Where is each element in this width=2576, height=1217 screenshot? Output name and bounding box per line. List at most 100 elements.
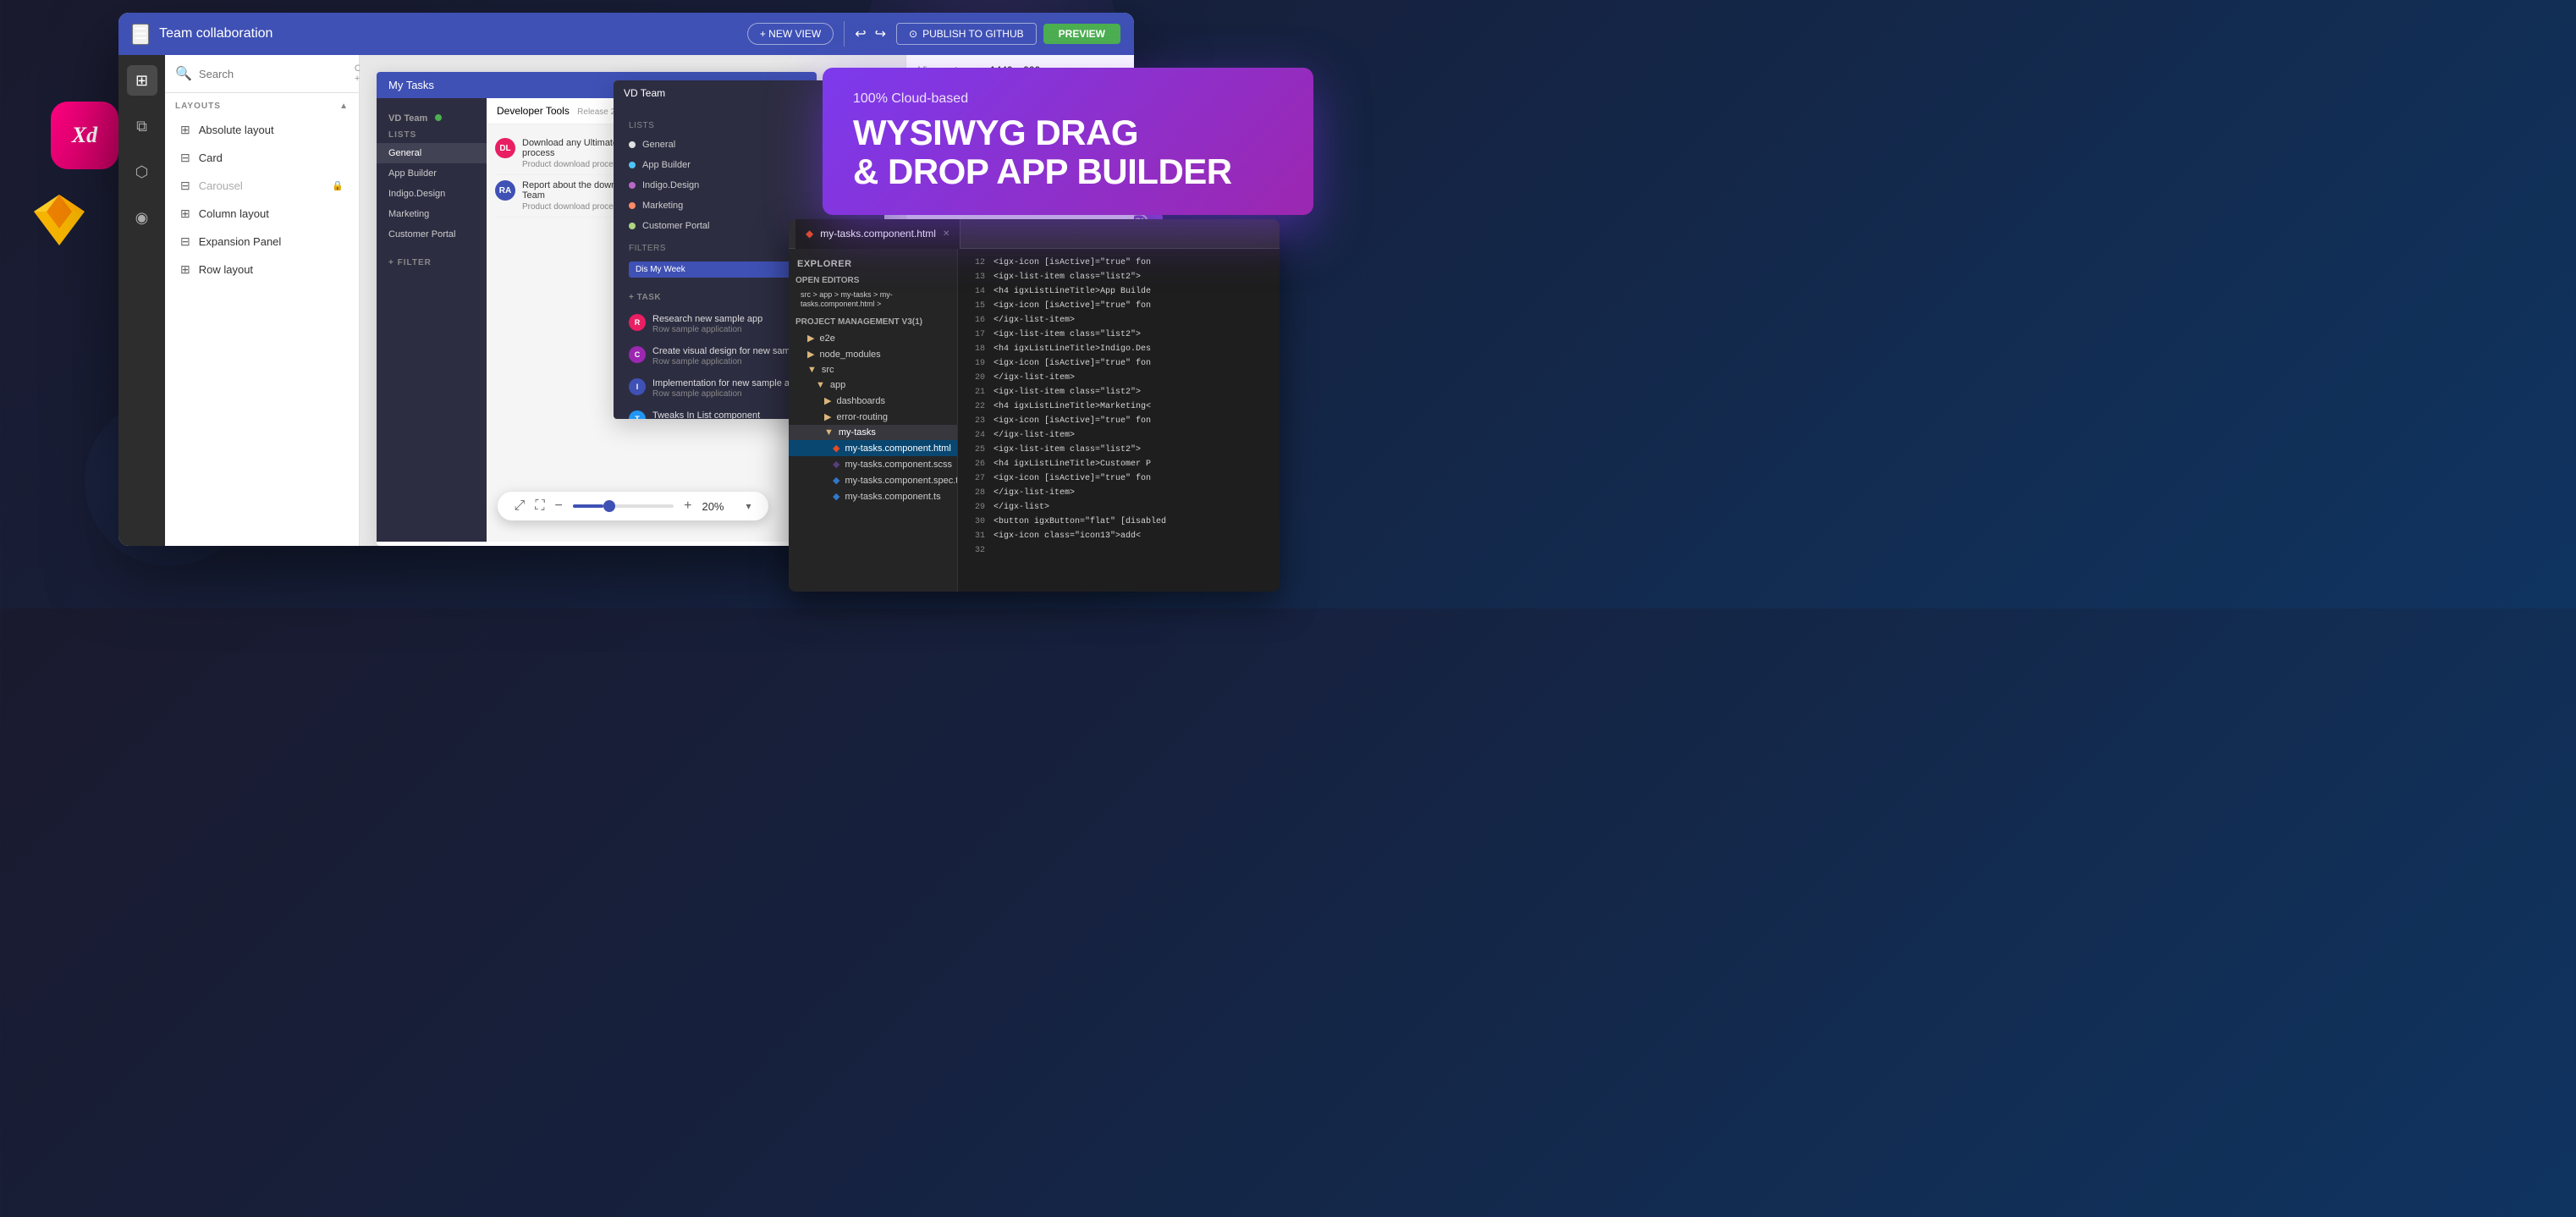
new-view-label: + NEW VIEW	[760, 28, 821, 40]
explorer-dashboards[interactable]: ▶ dashboards	[789, 393, 957, 409]
zoom-in-icon[interactable]: +	[684, 498, 691, 514]
hero-subtitle: 100% Cloud-based	[853, 91, 1283, 107]
sidebar-app-builder[interactable]: App Builder	[377, 163, 487, 184]
column-layout-icon: ⊞	[180, 207, 190, 221]
row-layout-label: Row layout	[199, 263, 253, 276]
code-content: <igx-icon [isActive]="true" fon	[994, 356, 1151, 371]
component-absolute-layout[interactable]: ⊞ Absolute layout	[170, 116, 354, 144]
carousel-label: Carousel	[199, 179, 243, 192]
code-line: 18 <h4 igxListLineTitle>Indigo.Des	[968, 342, 1269, 356]
html-filename: my-tasks.component.html	[845, 443, 950, 454]
search-bar: 🔍 Ctrl + E	[165, 55, 359, 93]
publish-label: PUBLISH TO GITHUB	[922, 28, 1024, 40]
expand-icon[interactable]: ⤢	[515, 498, 526, 514]
dot-appbuilder	[629, 162, 636, 168]
code-line: 13 <igx-list-item class="list2">	[968, 270, 1269, 284]
error-label: error-routing	[836, 412, 888, 422]
absolute-layout-label: Absolute layout	[199, 124, 274, 136]
code-content: <h4 igxListLineTitle>Marketing<	[994, 399, 1151, 414]
code-content: <igx-list-item class="list2">	[994, 328, 1141, 342]
component-row-layout[interactable]: ⊞ Row layout	[170, 256, 354, 284]
vscode-panel: ◆ my-tasks.component.html ✕ EXPLORER OPE…	[789, 219, 1280, 592]
code-content: <h4 igxListLineTitle>Indigo.Des	[994, 342, 1151, 356]
vd-task-avatar-4: T	[629, 410, 646, 419]
row-layout-icon: ⊞	[180, 262, 190, 277]
code-line: 27 <igx-icon [isActive]="true" fon	[968, 471, 1269, 486]
explorer-e2e[interactable]: ▶ e2e	[789, 330, 957, 346]
sidebar-paint-icon[interactable]: ◉	[127, 202, 157, 233]
undo-icon[interactable]: ↩	[855, 25, 866, 42]
zoom-slider[interactable]	[573, 504, 674, 508]
line-number: 13	[968, 270, 985, 284]
explorer-app[interactable]: ▼ app	[789, 377, 957, 393]
line-number: 28	[968, 486, 985, 500]
preview-header-title: My Tasks	[388, 79, 434, 91]
line-number: 25	[968, 443, 985, 457]
code-content: <igx-icon class="icon13">add<	[994, 529, 1141, 543]
layouts-section-header: LAYOUTS ▲	[165, 93, 359, 116]
component-column-layout[interactable]: ⊞ Column layout	[170, 200, 354, 228]
new-view-button[interactable]: + NEW VIEW	[747, 23, 834, 45]
sidebar-db-icon[interactable]: ⬡	[127, 157, 157, 187]
explorer-my-tasks[interactable]: ▼ my-tasks	[789, 425, 957, 440]
publish-button[interactable]: ⊙ PUBLISH TO GITHUB	[896, 23, 1037, 45]
src-label: src	[822, 365, 834, 375]
explorer-error[interactable]: ▶ error-routing	[789, 409, 957, 425]
hamburger-button[interactable]: ☰	[132, 24, 149, 45]
vd-team-label: VD Team	[377, 107, 487, 127]
explorer-src[interactable]: ▼ src	[789, 362, 957, 377]
github-icon: ⊙	[909, 28, 917, 40]
code-line: 30 <button igxButton="flat" [disabled	[968, 515, 1269, 529]
explorer-ts-file[interactable]: ◆ my-tasks.component.ts	[789, 488, 957, 504]
code-content: <button igxButton="flat" [disabled	[994, 515, 1166, 529]
sidebar-general[interactable]: General	[377, 143, 487, 163]
app-title: Team collaboration	[159, 26, 737, 41]
task-avatar-2: RA	[495, 180, 515, 201]
xd-icon: Xd	[51, 102, 118, 169]
vscode-tab-active[interactable]: ◆ my-tasks.component.html ✕	[795, 219, 960, 249]
explorer-html-file[interactable]: ◆ my-tasks.component.html	[789, 440, 957, 456]
redo-icon[interactable]: ↪	[875, 25, 886, 42]
search-input[interactable]	[199, 68, 348, 80]
preview-button[interactable]: PREVIEW	[1043, 24, 1120, 44]
code-content: </igx-list-item>	[994, 313, 1075, 328]
ts-file-icon: ◆	[833, 491, 839, 502]
sidebar-marketing[interactable]: Marketing	[377, 204, 487, 224]
folder-icon-node: ▶	[807, 349, 814, 360]
code-line: 28 </igx-list-item>	[968, 486, 1269, 500]
divider	[844, 21, 845, 47]
tab-file-icon: ◆	[806, 228, 813, 240]
folder-icon-src: ▼	[807, 365, 817, 375]
code-line: 23 <igx-icon [isActive]="true" fon	[968, 414, 1269, 428]
zoom-thumb[interactable]	[603, 500, 615, 512]
explorer-spec-file[interactable]: ◆ my-tasks.component.spec.ts	[789, 472, 957, 488]
tab-close-icon[interactable]: ✕	[943, 229, 949, 239]
line-number: 12	[968, 256, 985, 270]
line-number: 17	[968, 328, 985, 342]
component-expansion-panel[interactable]: ⊟ Expansion Panel	[170, 228, 354, 256]
sidebar-layers-icon[interactable]: ⧉	[127, 111, 157, 141]
component-carousel[interactable]: ⊟ Carousel 🔒	[170, 172, 354, 200]
explorer-scss-file[interactable]: ◆ my-tasks.component.scss	[789, 456, 957, 472]
sidebar-grid-icon[interactable]: ⊞	[127, 65, 157, 96]
hero-overlay: 100% Cloud-based WYSIWYG DRAG& DROP APP …	[823, 68, 1313, 215]
sidebar-indigo[interactable]: Indigo.Design	[377, 184, 487, 204]
open-editor-file: src > app > my-tasks > my-tasks.componen…	[801, 290, 893, 308]
line-number: 29	[968, 500, 985, 515]
task-avatar-1: DL	[495, 138, 515, 158]
line-number: 26	[968, 457, 985, 471]
line-number: 30	[968, 515, 985, 529]
zoom-dropdown-icon[interactable]: ▾	[746, 500, 751, 512]
sidebar-customer[interactable]: Customer Portal	[377, 224, 487, 245]
folder-icon-dash: ▶	[824, 395, 831, 406]
code-line: 31 <igx-icon class="icon13">add<	[968, 529, 1269, 543]
vd-task-avatar-1: R	[629, 314, 646, 331]
component-card[interactable]: ⊟ Card	[170, 144, 354, 172]
code-content: <igx-list-item class="list2">	[994, 270, 1141, 284]
zoom-out-icon[interactable]: −	[555, 498, 563, 514]
spec-file-icon: ◆	[833, 475, 839, 486]
explorer-node-modules[interactable]: ▶ node_modules	[789, 346, 957, 362]
sketch-icon	[25, 186, 93, 254]
my-tasks-label: my-tasks	[839, 427, 876, 438]
fullscreen-icon[interactable]: ⛶	[535, 498, 544, 514]
